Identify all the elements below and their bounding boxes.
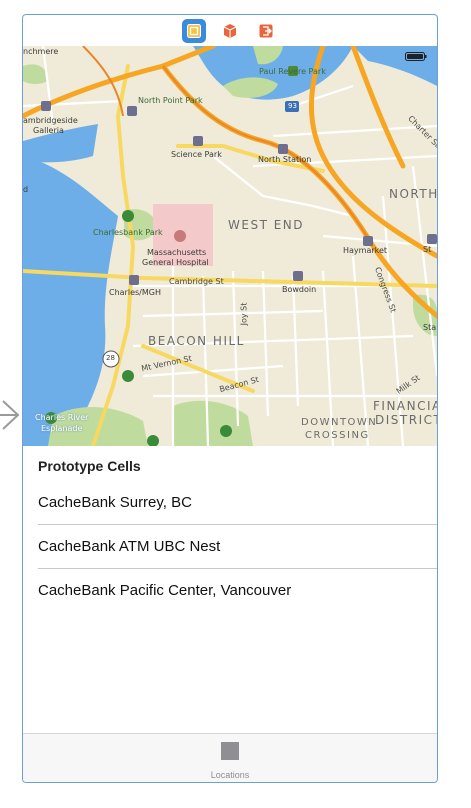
map-view[interactable]: nchmere Paul Revere Park North Point Par…: [23, 46, 437, 446]
square-tab-icon: [221, 742, 239, 760]
map-label: Cambridge St: [169, 277, 224, 286]
map-label: nchmere: [23, 47, 59, 56]
cell-label: CacheBank ATM UBC Nest: [38, 538, 221, 555]
battery-icon: [405, 52, 427, 61]
map-label: NORTH: [389, 187, 437, 201]
map-label: Paul Revere Park: [259, 67, 326, 76]
view-controller-scene[interactable]: nchmere Paul Revere Park North Point Par…: [22, 14, 438, 783]
table-row[interactable]: CacheBank ATM UBC Nest: [23, 525, 437, 569]
map-label: Esplanade: [41, 424, 83, 433]
tab-locations[interactable]: Locations: [195, 734, 265, 782]
map-label: WEST END: [228, 218, 305, 232]
cell-label: CacheBank Pacific Center, Vancouver: [38, 582, 292, 599]
storyboard-canvas: nchmere Paul Revere Park North Point Par…: [0, 0, 471, 808]
table-row[interactable]: CacheBank Surrey, BC: [23, 481, 437, 525]
map-label: DISTRICT: [375, 413, 437, 427]
highway-shield-label: 93: [288, 102, 297, 110]
initial-segue-arrow-icon: [0, 400, 20, 430]
map-label: Science Park: [171, 150, 222, 159]
exit-icon[interactable]: [254, 19, 278, 43]
map-label: CROSSING: [305, 430, 370, 441]
map-label: Haymarket: [343, 246, 388, 255]
map-label: Massachusetts: [147, 248, 207, 257]
tab-bar: Locations: [23, 733, 437, 782]
map-label: Charlesbank Park: [93, 228, 163, 237]
map-label: DOWNTOWN: [301, 417, 378, 428]
map-label: North Point Park: [138, 96, 203, 105]
map-label: General Hospital: [142, 258, 209, 267]
map-label: Joy St: [239, 302, 249, 326]
map-label: FINANCIA: [373, 399, 437, 413]
map-label: North Station: [258, 155, 312, 164]
map-label: St: [423, 245, 432, 254]
tab-label: Locations: [210, 770, 250, 780]
map-label: BEACON HILL: [148, 334, 245, 348]
map-label: Bowdoin: [282, 285, 317, 294]
map-label: d: [23, 185, 29, 194]
scene-dock: [23, 15, 437, 46]
first-responder-icon[interactable]: [218, 19, 242, 43]
view-controller-icon[interactable]: [182, 18, 206, 43]
map-label: Sta: [423, 323, 437, 332]
map-label: Charles/MGH: [109, 288, 161, 297]
section-header: Prototype Cells: [38, 458, 141, 474]
cell-label: CacheBank Surrey, BC: [38, 494, 192, 511]
map-label: Charles River: [35, 413, 89, 422]
map-label: Galleria: [33, 126, 64, 135]
map-label: ambridgeside: [23, 116, 78, 125]
highway-shield-label: 28: [106, 354, 115, 362]
table-row[interactable]: CacheBank Pacific Center, Vancouver: [23, 569, 437, 613]
